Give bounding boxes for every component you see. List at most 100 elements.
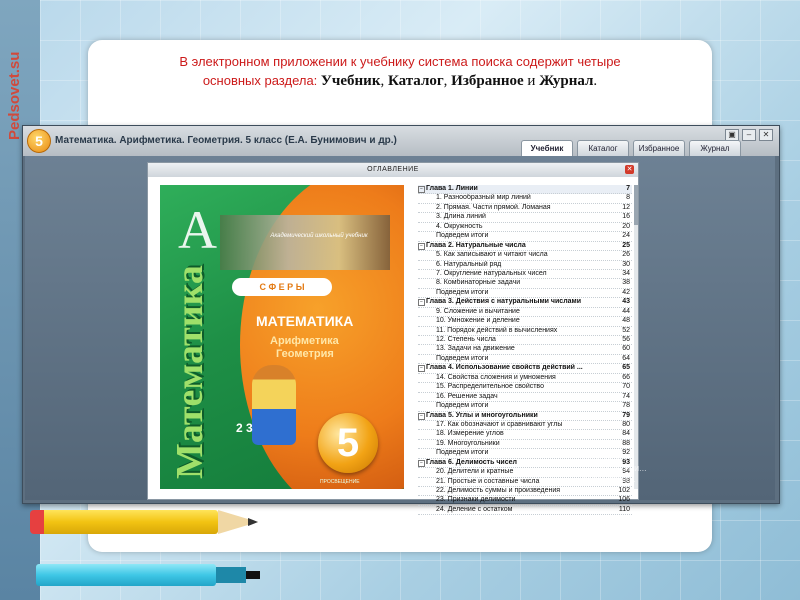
tab-catalog[interactable]: Каталог [577,140,629,156]
minimize-button[interactable]: – [742,129,756,141]
toc-item[interactable]: 6. Натуральный ряд 30 [418,261,632,270]
toc-list: − Глава 1. Линии 7 1. Разнообразный мир лин… [418,185,632,516]
toc-item-title: 5. Как записывают и читают числа [436,251,548,259]
slide-caption: В электронном приложении к учебнику сист… [100,52,700,91]
app-title: Математика. Арифметика. Геометрия. 5 кла… [55,135,397,146]
toc-item[interactable]: 14. Свойства сложения и умножения 66 [418,373,632,384]
toc-close-icon[interactable]: ✕ [625,165,634,174]
toc-item-title: 23. Признаки делимости [436,496,516,504]
toc-item[interactable]: 17. Как обозначают и сравнивают углы 80 [418,420,632,431]
toc-item-page: 56 [622,336,630,343]
toc-item[interactable]: Подведем итоги 78 [418,402,632,412]
section-tabs: Учебник Каталог Избранное Журнал [521,140,741,156]
cover-subtitle-1: Арифметика [270,335,339,347]
toc-item[interactable]: 4. Окружность 20 [418,222,632,233]
watermark-line-3: параметры... [582,474,636,484]
toc-item-page: 74 [622,392,630,400]
toc-item-title: 14. Свойства сложения и умножения [436,373,556,381]
toc-item-page: 25 [622,241,630,249]
toc-chapter[interactable]: − Глава 5. Углы и многоугольники 79 [418,412,632,421]
cover-spheres-logo: С Ф Е Р Ы [232,278,332,296]
tab-textbook[interactable]: Учебник [521,140,573,156]
toc-item-title: 17. Как обозначают и сравнивают углы [436,420,563,428]
collapse-icon[interactable]: − [418,186,425,193]
toc-item-page: 70 [622,383,630,391]
toc-item-page: 30 [622,260,630,268]
toc-item-title: 6. Натуральный ряд [436,260,502,268]
toc-scrollbar[interactable] [634,185,638,489]
toc-item[interactable]: 22. Делимость суммы и произведения 102 [418,487,632,497]
toc-item[interactable]: 1. Разнообразный мир линий 8 [418,194,632,204]
toc-chapter[interactable]: − Глава 3. Действия с натуральными числам… [418,298,632,308]
toc-item[interactable]: 5. Как записывают и читают числа 26 [418,251,632,261]
toc-item[interactable]: 23. Признаки делимости 106 [418,496,632,506]
toc-item[interactable]: 3. Длина линий 16 [418,213,632,223]
caption-sep-1: , [380,73,388,89]
toc-item-page: 8 [626,194,630,202]
collapse-icon[interactable]: − [418,365,425,373]
toc-item[interactable]: Подведем итоги 42 [418,288,632,299]
toc-item-page: 34 [622,269,630,277]
caption-prefix: основных раздела: [202,73,321,88]
caption-section-2: Каталог [387,73,444,89]
tab-favorites[interactable]: Избранное [633,140,685,156]
collapse-icon[interactable]: − [418,412,425,420]
site-name: Pedsovet.su [6,51,23,140]
book-cover[interactable]: А Академический школьный учебник С Ф Е Р… [160,185,404,489]
toc-item[interactable]: 19. Многоугольники 88 [418,439,632,450]
toc-item-page: 110 [618,505,630,513]
app-titlebar: 5 Математика. Арифметика. Геометрия. 5 к… [23,126,779,156]
toc-item-title: Глава 3. Действия с натуральными числами [426,298,582,306]
toc-header: ОГЛАВЛЕНИЕ [148,163,638,177]
toc-item-page: 106 [618,496,630,504]
toc-item-page: 43 [622,298,630,306]
toc-item-title: 24. Деление с остатком [436,505,513,513]
app-logo-icon: 5 [27,129,51,153]
caption-sep-3: и [523,73,540,89]
toc-item-title: 3. Длина линий [436,213,486,221]
toc-item[interactable]: Подведем итоги 64 [418,354,632,365]
toc-item-title: 8. Комбинаторные задачи [436,279,521,287]
cover-cubes: 2 3 [236,421,253,435]
cover-grade-badge: 5 [318,413,378,473]
toc-item[interactable]: Подведем итоги 24 [418,232,632,242]
toc-chapter[interactable]: − Глава 1. Линии 7 [418,185,632,195]
toc-item[interactable]: 12. Степень числа 56 [418,336,632,346]
toc-item-title: 1. Разнообразный мир линий [436,194,531,202]
toc-item[interactable]: 2. Прямая. Части прямой. Ломаная 12 [418,203,632,214]
caption-line-1: В электронном приложении к учебнику сист… [179,54,621,69]
toc-item-page: 48 [622,317,630,325]
toc-item-title: Подведем итоги [436,288,489,296]
toc-item-page: 12 [622,203,630,211]
collapse-icon[interactable]: − [418,459,425,467]
marker-decoration [36,564,266,586]
toc-item[interactable]: 16. Решение задач 74 [418,392,632,403]
toc-item[interactable]: 13. Задачи на движение 60 [418,345,632,355]
toc-item[interactable]: 10. Умножение и деление 48 [418,317,632,327]
toc-item[interactable]: 9. Сложение и вычитание 44 [418,308,632,318]
cover-vertical-title: Математика [169,265,211,479]
toc-item-page: 26 [622,251,630,259]
toc-item[interactable]: 8. Комбинаторные задачи 38 [418,279,632,289]
toc-item-title: 18. Измерение углов [436,430,504,438]
collapse-icon[interactable]: − [418,242,425,250]
toc-item[interactable]: 18. Измерение углов 84 [418,430,632,440]
toc-item[interactable]: 24. Деление с остатком 110 [418,505,632,516]
toc-item-title: 16. Решение задач [436,392,498,400]
cover-subtitle-2: Геометрия [276,348,334,360]
toc-chapter[interactable]: − Глава 4. Использование свойств действий… [418,364,632,374]
cover-title: МАТЕМАТИКА [256,313,354,329]
toc-item[interactable]: 7. Округление натуральных чисел 34 [418,269,632,280]
toc-item[interactable]: 15. Распределительное свойство 70 [418,383,632,393]
toc-item-page: 66 [622,373,630,381]
collapse-icon[interactable]: − [418,299,425,307]
app-content: ОГЛАВЛЕНИЕ ✕ А Академический школьный уч… [25,156,775,516]
toc-item[interactable]: 11. Порядок действий в вычислениях 52 [418,327,632,336]
toc-item-title: 19. Многоугольники [436,439,500,447]
toc-scroll-thumb[interactable] [634,185,638,225]
close-button[interactable]: ✕ [759,129,773,141]
toc-item-title: 4. Окружность [436,222,483,230]
toc-chapter[interactable]: − Глава 2. Натуральные числа 25 [418,241,632,252]
tab-journal[interactable]: Журнал [689,140,741,156]
toc-item-page: 64 [622,354,630,362]
